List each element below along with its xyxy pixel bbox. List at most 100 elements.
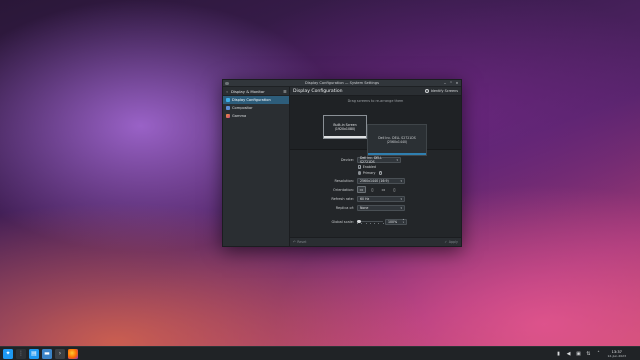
global-scale-slider[interactable]: [357, 219, 383, 224]
orientation-row: Orientation: ▭ ▯ ▭ ▯: [290, 185, 461, 194]
landscape-icon: ▭: [359, 187, 364, 192]
sidebar-item-label: Compositor: [232, 106, 253, 110]
global-scale-spinbox[interactable]: 100% ▴ ▾: [385, 218, 407, 225]
apply-label: Apply: [448, 240, 458, 244]
gamma-icon: [226, 114, 230, 118]
network-icon[interactable]: ⇅: [586, 351, 592, 357]
chevron-down-icon: ▾: [400, 196, 402, 201]
orientation-flipped-button[interactable]: ▭: [379, 186, 388, 193]
orientation-portrait-right-button[interactable]: ▯: [390, 186, 399, 193]
info-icon[interactable]: i: [378, 171, 383, 175]
global-scale-value: 100%: [388, 219, 398, 224]
enabled-label: Enabled: [362, 165, 377, 169]
identify-screens-label: Identify Screens: [430, 89, 458, 93]
reset-icon: ↶: [293, 240, 296, 244]
refresh-rate-select[interactable]: 60 Hz ▾: [357, 195, 405, 202]
orientation-portrait-left-button[interactable]: ▯: [368, 186, 377, 193]
reset-label: Reset: [297, 240, 307, 244]
orientation-landscape-button[interactable]: ▭: [357, 186, 366, 193]
refresh-rate-row: Refresh rate: 60 Hz ▾: [290, 194, 461, 203]
monitor-icon: [226, 98, 230, 102]
file-manager-icon[interactable]: ▬: [42, 348, 52, 359]
main-panel: Display Configuration ◦ Identify Screens…: [290, 87, 461, 246]
firefox-icon[interactable]: [68, 348, 78, 359]
replica-label: Replica of:: [335, 205, 354, 210]
reset-button[interactable]: ↶ Reset: [293, 240, 306, 244]
primary-label: Primary: [362, 171, 376, 175]
window-title: Display Configuration — System Settings: [305, 81, 379, 85]
identify-icon: ◦: [425, 89, 430, 93]
apply-icon: ✓: [444, 240, 448, 244]
sidebar: ‹ Display & Monitor ☰ Display Configurat…: [223, 87, 290, 246]
resolution-row: Resolution: 2560x1440 (16:9) ▾: [290, 176, 461, 185]
resolution-value: 2560x1440 (16:9): [360, 178, 389, 183]
device-value: Dell Inc. DELL S2721DS: [360, 155, 382, 164]
tray-expand-icon[interactable]: ˄: [596, 351, 602, 357]
monitor-resolution: (2560x1440): [386, 140, 408, 144]
clock-date: 12-Jun-2023: [607, 353, 626, 358]
slider-ticks: [357, 222, 383, 224]
refresh-rate-label: Refresh rate:: [331, 196, 354, 201]
maximize-icon[interactable]: ^: [449, 81, 453, 85]
show-desktop-button[interactable]: [633, 349, 637, 359]
back-arrow-icon[interactable]: ‹: [225, 89, 229, 94]
dialog-footer: ↶ Reset ✓ Apply: [290, 237, 461, 246]
monitor-resolution: (1920x1080): [334, 127, 356, 131]
device-select[interactable]: Dell Inc. DELL S2721DS ▾: [357, 155, 401, 164]
chevron-down-icon: ▾: [400, 205, 402, 210]
orientation-buttons: ▭ ▯ ▭ ▯: [357, 186, 399, 193]
sidebar-item-display-configuration[interactable]: Display Configuration: [223, 96, 289, 104]
sidebar-title: Display & Monitor: [231, 88, 265, 94]
taskbar: ✦ ⋮ ▤ ▬ › ▮ ◀ ▣ ⇅ ˄ 13:37 12-Jun-2023: [0, 346, 640, 360]
monitor-selection-bar: [368, 153, 426, 155]
chevron-down-icon: ▾: [400, 178, 402, 183]
replica-row: Replica of: None ▾: [290, 203, 461, 212]
system-settings-task-icon[interactable]: ▤: [29, 348, 39, 359]
chevron-down-icon: ▾: [396, 157, 398, 162]
app-launcher-icon[interactable]: ✦: [3, 348, 13, 359]
main-header: Display Configuration ◦ Identify Screens: [290, 87, 461, 96]
portrait-right-icon: ▯: [393, 187, 396, 192]
identify-screens-button[interactable]: ◦ Identify Screens: [425, 89, 458, 93]
device-label: Device:: [340, 157, 354, 162]
arrange-hint: Drag screens to re-arrange them: [347, 99, 404, 103]
hamburger-menu-icon[interactable]: ☰: [283, 89, 287, 94]
spin-arrows-icon[interactable]: ▴ ▾: [403, 218, 404, 223]
close-icon[interactable]: ×: [455, 81, 459, 85]
minimize-icon[interactable]: ⌄: [443, 81, 447, 85]
resolution-label: Resolution:: [334, 178, 354, 183]
portrait-left-icon: ▯: [371, 187, 374, 192]
orientation-label: Orientation:: [333, 187, 354, 192]
monitor-dell-screen[interactable]: Dell Inc. DELL S2721DS (2560x1440): [367, 124, 427, 156]
screen-arrangement-area[interactable]: Drag screens to re-arrange them Built-in…: [290, 96, 461, 156]
replica-select[interactable]: None ▾: [357, 204, 405, 211]
sidebar-header: ‹ Display & Monitor ☰: [223, 87, 289, 96]
refresh-rate-value: 60 Hz: [360, 196, 370, 201]
sidebar-item-label: Gamma: [232, 114, 247, 118]
window-titlebar[interactable]: Display Configuration — System Settings …: [223, 80, 461, 87]
clipboard-icon[interactable]: ▣: [576, 351, 582, 357]
terminal-icon[interactable]: ›: [55, 348, 65, 359]
settings-app-icon: [225, 81, 229, 85]
device-row: Device: Dell Inc. DELL S2721DS ▾: [290, 155, 461, 164]
page-title: Display Configuration: [293, 88, 343, 94]
global-scale-row: Global scale: 100% ▴ ▾: [290, 217, 461, 226]
system-settings-window: Display Configuration — System Settings …: [222, 79, 462, 247]
apply-button[interactable]: ✓ Apply: [444, 240, 458, 244]
volume-icon[interactable]: ◀: [566, 351, 572, 357]
global-scale-label: Global scale:: [331, 219, 354, 224]
pager-icon[interactable]: ⋮: [16, 348, 26, 359]
monitor-builtin-screen[interactable]: Built-in Screen (1920x1080): [323, 115, 367, 139]
primary-radio[interactable]: [358, 171, 362, 175]
media-icon[interactable]: ▮: [556, 351, 562, 357]
window-controls: ⌄ ^ ×: [443, 81, 459, 85]
sidebar-item-compositor[interactable]: Compositor: [223, 104, 289, 112]
replica-value: None: [360, 205, 369, 210]
system-tray: ▮ ◀ ▣ ⇅ ˄ 13:37 12-Jun-2023: [556, 349, 637, 359]
clock[interactable]: 13:37 12-Jun-2023: [608, 350, 626, 358]
enabled-checkbox[interactable]: ✓: [358, 165, 362, 169]
resolution-select[interactable]: 2560x1440 (16:9) ▾: [357, 177, 405, 184]
sidebar-item-gamma[interactable]: Gamma: [223, 112, 289, 120]
sidebar-item-label: Display Configuration: [232, 98, 271, 102]
monitor-selection-bar: [324, 136, 366, 138]
